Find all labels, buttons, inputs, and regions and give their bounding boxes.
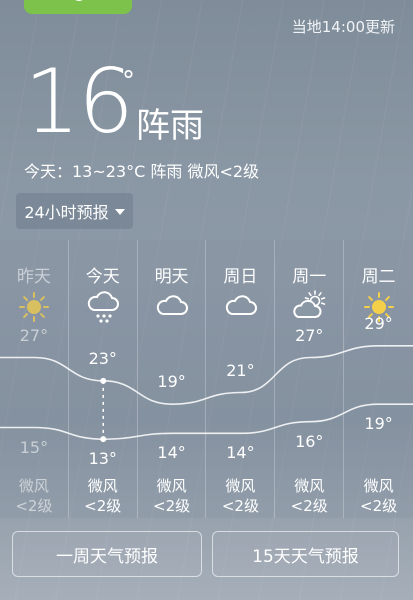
fifteen-day-forecast-button[interactable]: 15天天气预报	[212, 531, 399, 577]
today-high-point	[100, 377, 107, 384]
week-forecast-button[interactable]: 一周天气预报	[12, 531, 202, 577]
low-temp-line	[0, 403, 413, 440]
today-summary: 今天：13~23°C 阵雨 微风<2级	[24, 162, 260, 181]
share-icon	[72, 0, 86, 1]
update-time: 当地14:00更新	[291, 18, 395, 36]
high-temp-line	[0, 345, 413, 405]
temperature-chart	[0, 345, 413, 443]
today-low-point	[100, 436, 107, 443]
current-condition: 阵雨	[136, 106, 204, 146]
forecast-mode-label: 24小时预报	[24, 203, 109, 222]
top-share-button[interactable]	[24, 0, 132, 14]
degree-symbol: °	[122, 66, 135, 96]
current-temperature: 16	[24, 50, 134, 153]
forecast-mode-dropdown[interactable]: 24小时预报	[16, 193, 133, 229]
chevron-down-icon	[114, 209, 125, 215]
